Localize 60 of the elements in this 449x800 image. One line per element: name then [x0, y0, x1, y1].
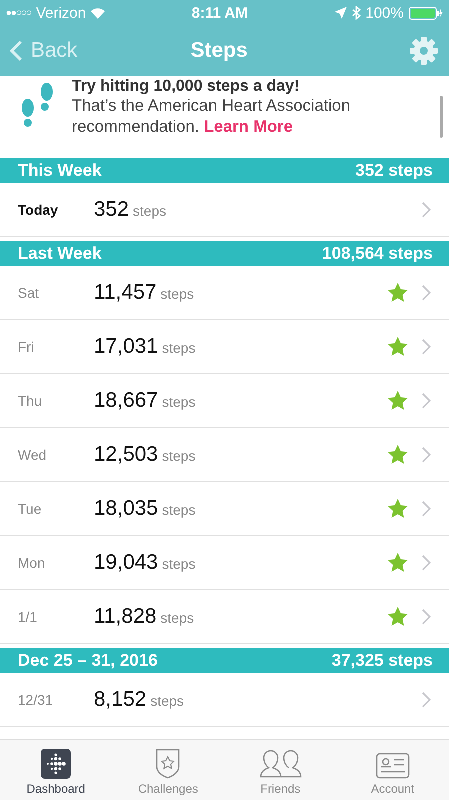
section-total: 108,564 steps: [322, 244, 433, 264]
step-count: 18,667: [94, 388, 158, 412]
settings-icon[interactable]: [409, 36, 439, 66]
tab[interactable]: Dashboard: [0, 740, 112, 800]
step-count: 18,035: [94, 496, 158, 520]
steps-unit: steps: [160, 610, 194, 626]
chevron-icon: [422, 284, 431, 300]
chevron-icon: [422, 608, 431, 624]
steps-unit: steps: [162, 394, 196, 410]
battery-percent: 100%: [366, 4, 404, 22]
section-total: 37,325 steps: [332, 650, 433, 670]
steps-unit: steps: [133, 202, 167, 218]
status-time: 8:11 AM: [192, 4, 248, 22]
day-label: 1/1: [18, 608, 38, 624]
wifi-icon: [91, 8, 106, 18]
chevron-icon: [422, 202, 431, 218]
signal-dots: ●●○○○: [6, 8, 32, 18]
bluetooth-icon: [352, 6, 361, 20]
screen-title: Steps: [190, 39, 248, 63]
section-title: Last Week: [18, 244, 102, 264]
step-count: 19,043: [94, 550, 158, 574]
day-label: Wed: [18, 446, 48, 462]
tip-text: That’s the American Heart Association recommendation. Learn More: [72, 96, 352, 138]
step-count: 17,031: [94, 334, 158, 358]
chevron-icon: [422, 338, 431, 354]
day-label: Tue: [18, 500, 43, 516]
step-count: 11,457: [94, 280, 157, 304]
step-count: 8,152: [94, 688, 147, 712]
chevron-icon: [422, 692, 431, 708]
day-label: Mon: [18, 554, 46, 570]
day-label: Sat: [18, 284, 40, 300]
steps-unit: steps: [162, 502, 196, 518]
location-arrow-icon: [334, 7, 347, 19]
day-label: Today: [18, 202, 60, 218]
step-count: 12,503: [94, 442, 158, 466]
tracker-icon: [41, 749, 72, 779]
steps-unit: steps: [160, 286, 194, 302]
chevron-icon: [422, 500, 431, 516]
tip-headline: Try hitting 10,000 steps a day!: [72, 78, 301, 96]
id-card-icon: [376, 753, 410, 779]
section-title: This Week: [18, 160, 102, 180]
day-label: Fri: [18, 338, 36, 354]
steps-unit: steps: [150, 692, 184, 708]
day-label: 12/31: [18, 692, 54, 708]
battery-icon: [408, 6, 443, 20]
chevron-icon: [422, 392, 431, 408]
chevron-icon: [422, 554, 431, 570]
chevron-icon: [422, 446, 431, 462]
day-label: Thu: [18, 392, 44, 408]
section-title: Dec 25 – 31, 2016: [18, 650, 158, 670]
steps-unit: steps: [162, 448, 196, 464]
step-count: 11,828: [94, 604, 157, 628]
scrollbar: [440, 96, 443, 138]
section-total: 352 steps: [356, 160, 433, 180]
steps-unit: steps: [162, 556, 196, 572]
step-count: 352: [94, 198, 130, 222]
back-chevron-icon: [10, 40, 23, 62]
steps-unit: steps: [162, 340, 196, 356]
carrier-label: Verizon: [36, 4, 86, 22]
learn-more-link[interactable]: Learn More: [204, 118, 294, 136]
